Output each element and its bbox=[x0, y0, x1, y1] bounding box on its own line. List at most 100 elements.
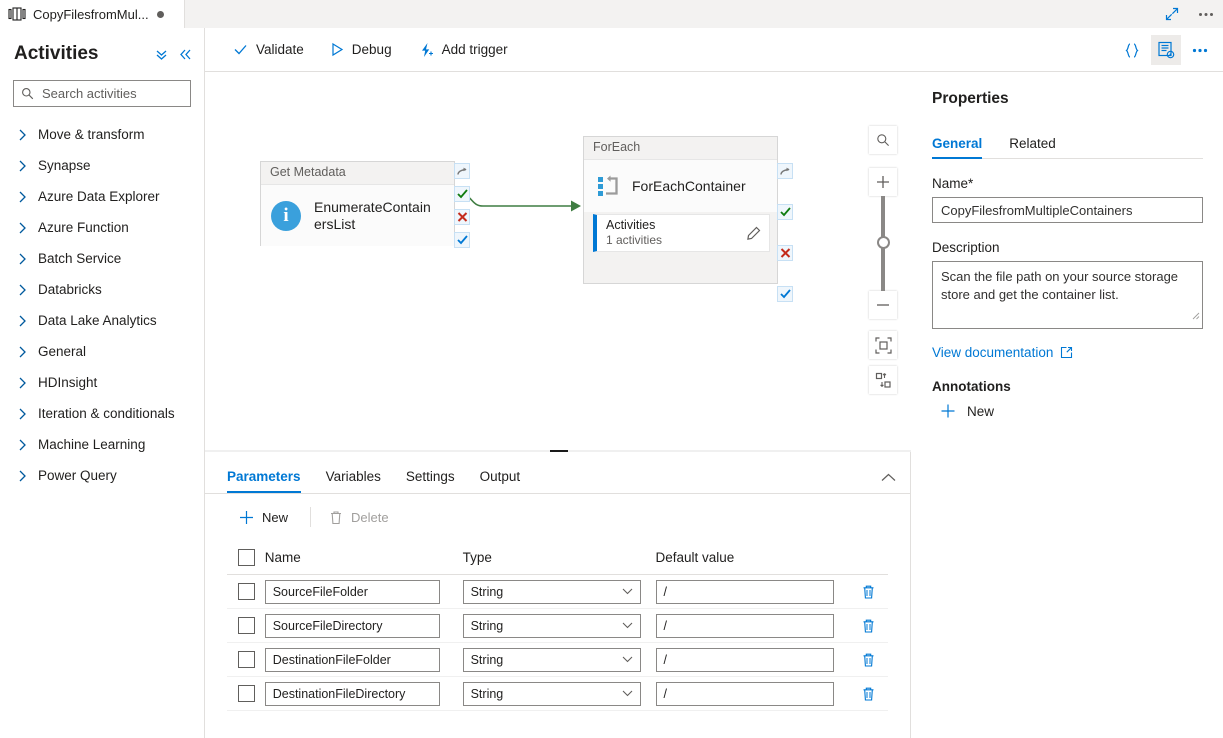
row-checkbox[interactable] bbox=[238, 651, 255, 668]
search-canvas-icon[interactable] bbox=[869, 126, 897, 154]
skip-handle[interactable] bbox=[777, 163, 793, 179]
pipeline-icon bbox=[8, 7, 26, 21]
zoom-out-button[interactable] bbox=[869, 291, 897, 319]
table-row: SourceFileFolder String / bbox=[227, 575, 888, 609]
skip-handle[interactable] bbox=[454, 163, 470, 179]
sidebar-item-data-lake-analytics[interactable]: Data Lake Analytics bbox=[0, 305, 204, 336]
pencil-icon[interactable] bbox=[746, 226, 761, 241]
sidebar-item-hdinsight[interactable]: HDInsight bbox=[0, 367, 204, 398]
parameter-name-input[interactable]: SourceFileFolder bbox=[264, 579, 440, 604]
view-documentation-link[interactable]: View documentation bbox=[932, 345, 1203, 360]
parameter-default-input[interactable]: / bbox=[655, 647, 834, 672]
search-activities-box[interactable] bbox=[13, 80, 191, 107]
plus-icon bbox=[940, 403, 956, 419]
more-icon[interactable] bbox=[1185, 35, 1215, 65]
tab-general[interactable]: General bbox=[932, 136, 983, 159]
sidebar-item-synapse[interactable]: Synapse bbox=[0, 150, 204, 181]
new-parameter-button[interactable]: New bbox=[233, 510, 294, 525]
parameter-name-cell: SourceFileFolder bbox=[264, 579, 463, 604]
add-trigger-button[interactable]: Add trigger bbox=[408, 35, 518, 65]
parameter-default-input[interactable]: / bbox=[655, 681, 834, 706]
activities-sidebar: Activities Search activities Move & tran… bbox=[0, 28, 205, 738]
completion-handle[interactable] bbox=[777, 286, 793, 302]
delete-parameter-button[interactable]: Delete bbox=[323, 510, 395, 525]
double-chevron-left-icon[interactable] bbox=[179, 48, 192, 61]
code-braces-icon[interactable] bbox=[1117, 35, 1147, 65]
parameter-name-input[interactable]: SourceFileDirectory bbox=[264, 613, 440, 638]
tab-parameters[interactable]: Parameters bbox=[227, 469, 313, 493]
pipeline-canvas[interactable]: Get Metadata i EnumerateContainersList F… bbox=[205, 72, 911, 451]
doc-link-label: View documentation bbox=[932, 345, 1054, 360]
sidebar-item-power-query[interactable]: Power Query bbox=[0, 460, 204, 491]
failure-handle[interactable] bbox=[454, 209, 470, 225]
sidebar-item-iteration-conditionals[interactable]: Iteration & conditionals bbox=[0, 398, 204, 429]
row-checkbox[interactable] bbox=[238, 685, 255, 702]
select-all-checkbox[interactable] bbox=[238, 548, 255, 566]
sidebar-item-databricks[interactable]: Databricks bbox=[0, 274, 204, 305]
double-chevron-down-icon[interactable] bbox=[155, 48, 168, 61]
tab-variables[interactable]: Variables bbox=[326, 469, 393, 493]
sidebar-item-label: Move & transform bbox=[38, 127, 145, 142]
trash-icon[interactable] bbox=[861, 652, 876, 668]
zoom-slider-handle[interactable] bbox=[877, 236, 890, 249]
tab-related[interactable]: Related bbox=[1009, 136, 1056, 158]
sidebar-item-general[interactable]: General bbox=[0, 336, 204, 367]
row-checkbox[interactable] bbox=[238, 617, 255, 634]
auto-align-icon[interactable] bbox=[869, 366, 897, 394]
activity-node-get-metadata[interactable]: Get Metadata i EnumerateContainersList bbox=[260, 161, 455, 246]
trash-icon[interactable] bbox=[861, 686, 876, 702]
foreach-activities-subpanel[interactable]: Activities 1 activities bbox=[593, 214, 770, 252]
new-annotation-button[interactable]: New bbox=[932, 403, 1203, 419]
parameter-name-input[interactable]: DestinationFileDirectory bbox=[264, 681, 440, 706]
tab-title: CopyFilesfromMul... bbox=[33, 6, 149, 22]
properties-panel-icon[interactable] bbox=[1151, 35, 1181, 65]
success-handle[interactable] bbox=[777, 204, 793, 220]
parameter-default-input[interactable]: / bbox=[655, 579, 834, 604]
parameter-type-select[interactable]: String bbox=[462, 579, 641, 604]
parameter-type-select[interactable]: String bbox=[462, 681, 641, 706]
trash-icon[interactable] bbox=[861, 584, 876, 600]
sidebar-item-batch-service[interactable]: Batch Service bbox=[0, 243, 204, 274]
pipeline-tab[interactable]: CopyFilesfromMul... bbox=[0, 0, 185, 28]
activity-node-foreach[interactable]: ForEach ForEachContainer Activities 1 ac… bbox=[583, 136, 778, 284]
parameter-default-input[interactable]: / bbox=[655, 613, 834, 638]
expand-icon[interactable] bbox=[1155, 0, 1189, 28]
parameter-type-cell: String bbox=[462, 647, 656, 672]
fit-to-screen-icon[interactable] bbox=[869, 331, 897, 359]
parameter-type-select[interactable]: String bbox=[462, 647, 641, 672]
parameter-default-cell: / bbox=[655, 613, 849, 638]
row-checkbox-cell bbox=[227, 617, 265, 634]
tab-settings[interactable]: Settings bbox=[406, 469, 467, 493]
parameter-type-select[interactable]: String bbox=[462, 613, 641, 638]
tab-output[interactable]: Output bbox=[480, 469, 533, 493]
completion-handle[interactable] bbox=[454, 232, 470, 248]
toolbar-right-actions bbox=[1113, 28, 1215, 72]
sidebar-item-azure-data-explorer[interactable]: Azure Data Explorer bbox=[0, 181, 204, 212]
zoom-in-button[interactable] bbox=[869, 168, 897, 196]
chevron-up-icon[interactable] bbox=[881, 470, 896, 485]
add-trigger-label: Add trigger bbox=[441, 42, 508, 57]
search-input[interactable] bbox=[40, 85, 183, 102]
row-checkbox[interactable] bbox=[238, 583, 255, 600]
failure-handle[interactable] bbox=[777, 245, 793, 261]
pipeline-description-textarea[interactable]: Scan the file path on your source storag… bbox=[932, 261, 1203, 329]
parameter-name-input[interactable]: DestinationFileFolder bbox=[264, 647, 440, 672]
table-row: DestinationFileFolder String / bbox=[227, 643, 888, 677]
resize-grip-icon[interactable] bbox=[1191, 309, 1200, 327]
zoom-slider[interactable] bbox=[869, 196, 897, 291]
foreach-handles bbox=[777, 163, 793, 302]
success-handle[interactable] bbox=[454, 186, 470, 202]
tab-label: Related bbox=[1009, 136, 1056, 151]
chevron-down-icon bbox=[622, 690, 633, 697]
sidebar-item-machine-learning[interactable]: Machine Learning bbox=[0, 429, 204, 460]
required-marker: * bbox=[968, 176, 974, 191]
sidebar-item-azure-function[interactable]: Azure Function bbox=[0, 212, 204, 243]
debug-button[interactable]: Debug bbox=[320, 35, 402, 65]
pipeline-name-input[interactable]: CopyFilesfromMultipleContainers bbox=[932, 197, 1203, 223]
trash-icon[interactable] bbox=[861, 618, 876, 634]
chevron-down-icon bbox=[622, 656, 633, 663]
more-icon[interactable] bbox=[1189, 0, 1223, 28]
chevron-down-icon bbox=[622, 622, 633, 629]
sidebar-item-move-transform[interactable]: Move & transform bbox=[0, 119, 204, 150]
validate-button[interactable]: Validate bbox=[223, 35, 314, 65]
